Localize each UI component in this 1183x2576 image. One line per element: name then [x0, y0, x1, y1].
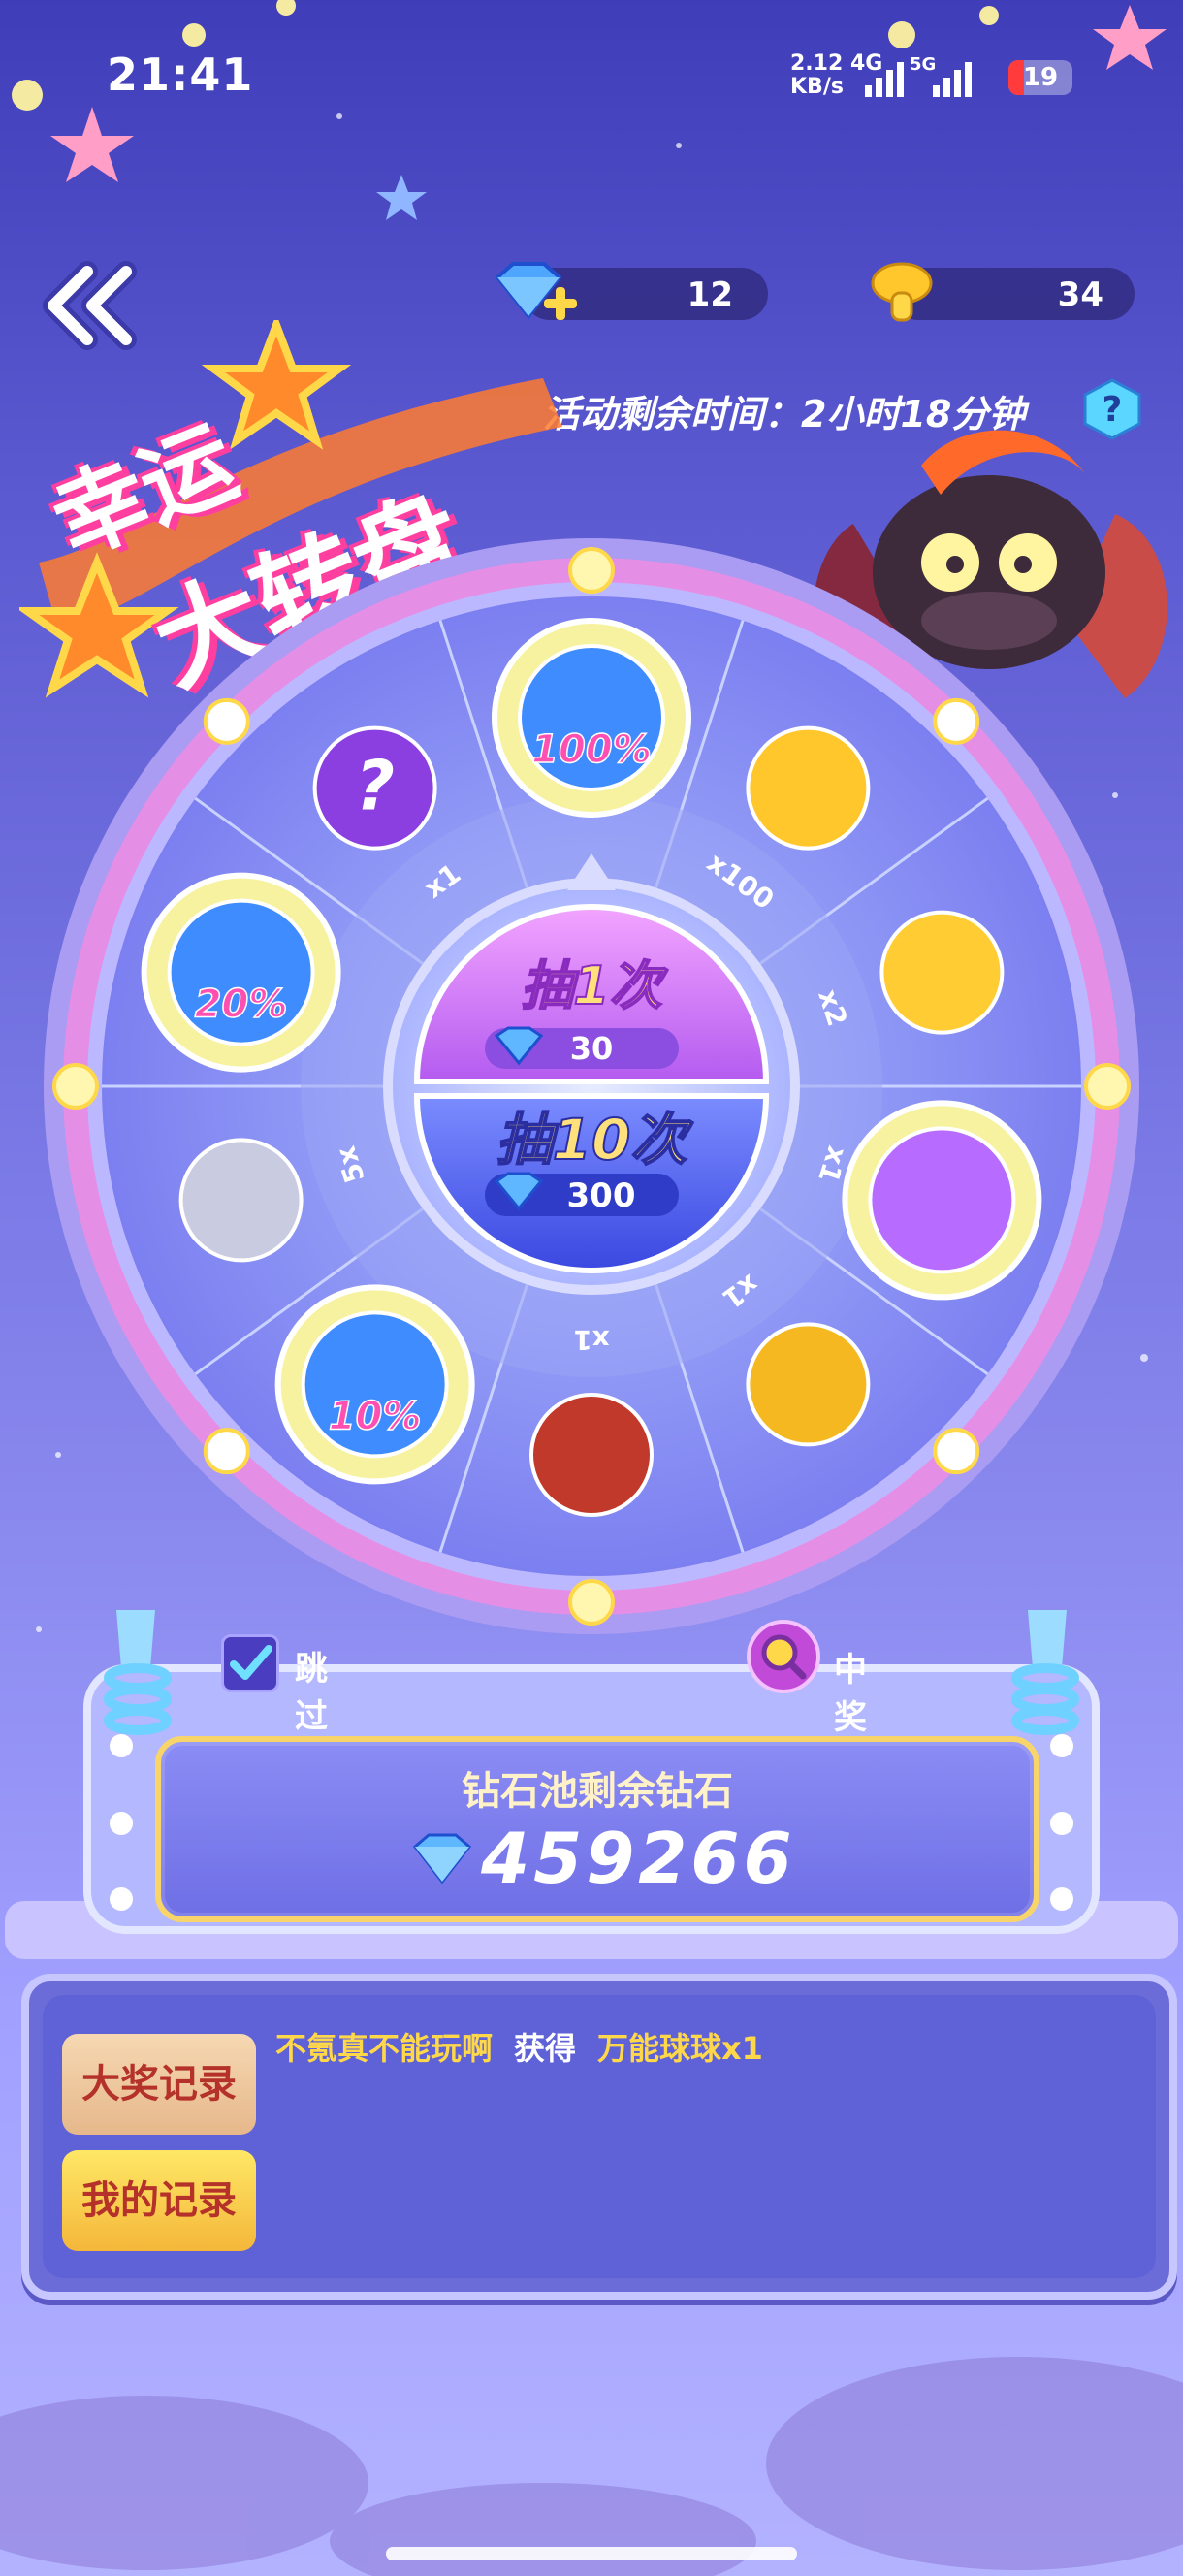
rim-light	[1084, 1063, 1131, 1110]
silver-mushroom-icon	[178, 1138, 304, 1263]
status-time: 21:41	[107, 48, 254, 101]
diamond-pool-title: 钻石池剩余钻石	[462, 1769, 733, 1814]
treasure-chest-icon	[529, 1393, 654, 1517]
net-speed-value: 2.12	[790, 51, 844, 76]
prize-label: 100%	[531, 727, 652, 772]
gold-coins-icon	[746, 725, 871, 851]
tab-my-records[interactable]: 我的记录	[62, 2150, 256, 2251]
wheel-segment: 20%	[141, 872, 341, 1073]
wheel-segment: 10%	[274, 1284, 475, 1485]
records-inner: 大奖记录 我的记录 不氪真不能玩啊 获得 万能球球x1	[43, 1995, 1156, 2278]
rim-light	[933, 697, 980, 745]
star-icon	[201, 320, 352, 450]
draw-once-label: 抽1次	[521, 955, 669, 1016]
gold-egg-icon	[746, 1322, 871, 1447]
rim-light	[933, 1428, 980, 1475]
net-speed-unit: KB/s	[790, 75, 844, 99]
bottom-clouds	[0, 2357, 1183, 2576]
status-bar: 21:41 2.12 4G KB/s 5G 19	[0, 0, 1183, 155]
skip-checkbox[interactable]	[221, 1634, 279, 1692]
prize-label: ?	[355, 747, 395, 826]
magnifier-icon	[747, 1620, 820, 1693]
prize-label: 10%	[329, 1394, 422, 1438]
checkmark-icon	[230, 1645, 272, 1680]
spring-left	[104, 1610, 172, 1735]
tab-grand-prize-records[interactable]: 大奖记录	[62, 2034, 256, 2135]
mushroom-count: 34	[1057, 275, 1103, 314]
draw-ten-cost: 300	[567, 1176, 636, 1215]
wheel-segment: 100%	[492, 618, 691, 818]
prize-quantity: x1	[573, 1324, 610, 1356]
battery-indicator: 19	[1008, 60, 1072, 95]
rim-light	[52, 1063, 99, 1110]
gold-mushroom-icon	[879, 910, 1005, 1035]
record-action: 获得	[514, 2030, 577, 2067]
home-indicator[interactable]	[386, 2547, 797, 2560]
signal-icon: 5G	[865, 56, 972, 97]
rim-light	[203, 1428, 250, 1475]
small-star-icon	[376, 175, 427, 220]
draw-ten-label: 抽10次	[496, 1107, 694, 1173]
diamond-pool-value: 459266	[481, 1818, 796, 1899]
record-user: 不氪真不能玩啊	[275, 2030, 494, 2067]
spring-right	[1011, 1610, 1079, 1735]
records-panel: 大奖记录 我的记录 不氪真不能玩啊 获得 万能球球x1	[21, 1974, 1177, 2300]
record-entry: 不氪真不能玩啊 获得 万能球球x1	[275, 2024, 763, 2069]
draw-once-cost: 30	[570, 1030, 614, 1067]
diamond-count: 12	[687, 275, 733, 314]
gold-mushroom-icon	[871, 262, 933, 322]
battery-level: 19	[1022, 63, 1059, 92]
rim-light	[203, 697, 250, 745]
prize-wheel: 100%x100x2x1x1x110%5x20%?x1 抽1次 30 抽10次 …	[44, 538, 1139, 1634]
diamond-icon	[412, 1833, 472, 1884]
net-type-5g: 5G	[910, 56, 936, 75]
win-probability-button[interactable]: 中奖概率	[745, 1618, 867, 1832]
record-item: 万能球球x1	[597, 2030, 763, 2067]
rim-light	[568, 547, 615, 594]
skip-animation-toggle[interactable]: 跳过动画	[221, 1634, 328, 1831]
prize-label: 20%	[195, 982, 288, 1027]
diamond-pool-panel: 钻石池剩余钻石 459266	[155, 1736, 1039, 1922]
universal-ball-icon	[868, 1126, 1016, 1274]
